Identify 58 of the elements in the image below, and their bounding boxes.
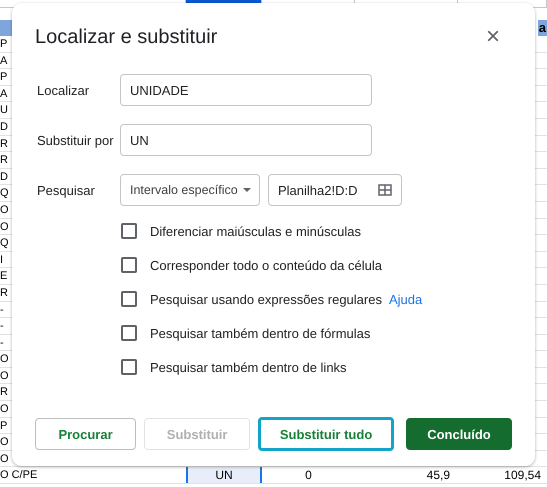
checkbox[interactable] <box>121 359 137 375</box>
table-cell-text: A <box>0 86 8 102</box>
header-cell <box>0 20 12 36</box>
option-label: Pesquisar também dentro de links <box>150 360 347 374</box>
table-cell-text: P <box>0 37 8 52</box>
input-field[interactable]: UNIDADE <box>120 74 372 106</box>
scope-dropdown[interactable]: Intervalo específico <box>120 174 260 206</box>
table-cell-text: A <box>0 54 8 69</box>
checkbox[interactable] <box>121 223 137 239</box>
table-cell: UN <box>186 467 262 484</box>
dialog-title: Localizar e substituir <box>35 26 218 48</box>
table-cell-text: O C/PE <box>0 468 38 484</box>
done-button[interactable]: Concluído <box>406 418 512 450</box>
table-cell-text: O <box>0 402 9 418</box>
caret-icon <box>242 188 251 192</box>
option-label: Pesquisar usando expressões regulares <box>150 292 382 306</box>
option-label: Diferenciar maiúsculas e minúsculas <box>150 224 361 238</box>
dialog-button[interactable]: Procurar <box>35 418 136 450</box>
option-label: Pesquisar também dentro de fórmulas <box>150 326 370 340</box>
table-cell-text: D <box>0 120 8 135</box>
table-cell-text: U <box>0 103 8 118</box>
table-cell-text: 45,9 <box>426 467 451 484</box>
table-cell-text: - <box>0 319 4 334</box>
table-cell-text: O <box>0 202 9 218</box>
table-cell-text: O <box>0 435 9 450</box>
table-cell-text: P <box>0 70 8 86</box>
table-cell-text: E <box>0 269 8 284</box>
field-label: Pesquisar <box>36 182 96 198</box>
grid-icon[interactable] <box>378 184 392 196</box>
field-label: Substituir por <box>36 132 115 148</box>
table-cell-text: O <box>0 368 9 384</box>
table-cell-text: O <box>0 352 9 368</box>
table-cell-text: - <box>0 302 4 318</box>
table-cell-text: R <box>0 286 8 301</box>
table-cell-text: O <box>0 452 9 467</box>
table-cell-text: 109,54 <box>503 467 542 484</box>
table-cell-text: R <box>0 136 8 152</box>
table-cell-text: D <box>0 170 8 185</box>
table-cell-text: 0 <box>304 467 313 484</box>
dialog-button[interactable]: Substituir tudo <box>258 417 394 451</box>
checkbox[interactable] <box>121 291 137 307</box>
help-link[interactable]: Ajuda <box>388 292 422 306</box>
field-label: Localizar <box>36 82 90 98</box>
option-label: Corresponder todo o conteúdo da célula <box>150 258 382 272</box>
input-field[interactable]: UN <box>120 124 372 156</box>
table-cell-text: - <box>0 336 4 351</box>
table-cell-text: Q <box>0 236 9 252</box>
close-button[interactable]: × <box>486 25 512 49</box>
table-cell-text: Q <box>0 186 9 202</box>
checkbox[interactable] <box>121 325 137 341</box>
table-cell-text: I <box>0 252 4 268</box>
range-field[interactable]: Planilha2!D:D <box>268 174 402 206</box>
checkbox[interactable] <box>121 257 137 273</box>
table-cell-text: R <box>0 153 8 168</box>
table-cell-text: P <box>0 418 8 434</box>
table-cell-text: R <box>0 385 8 400</box>
table-cell-text: O <box>0 220 9 235</box>
header-cell: a <box>538 20 547 36</box>
